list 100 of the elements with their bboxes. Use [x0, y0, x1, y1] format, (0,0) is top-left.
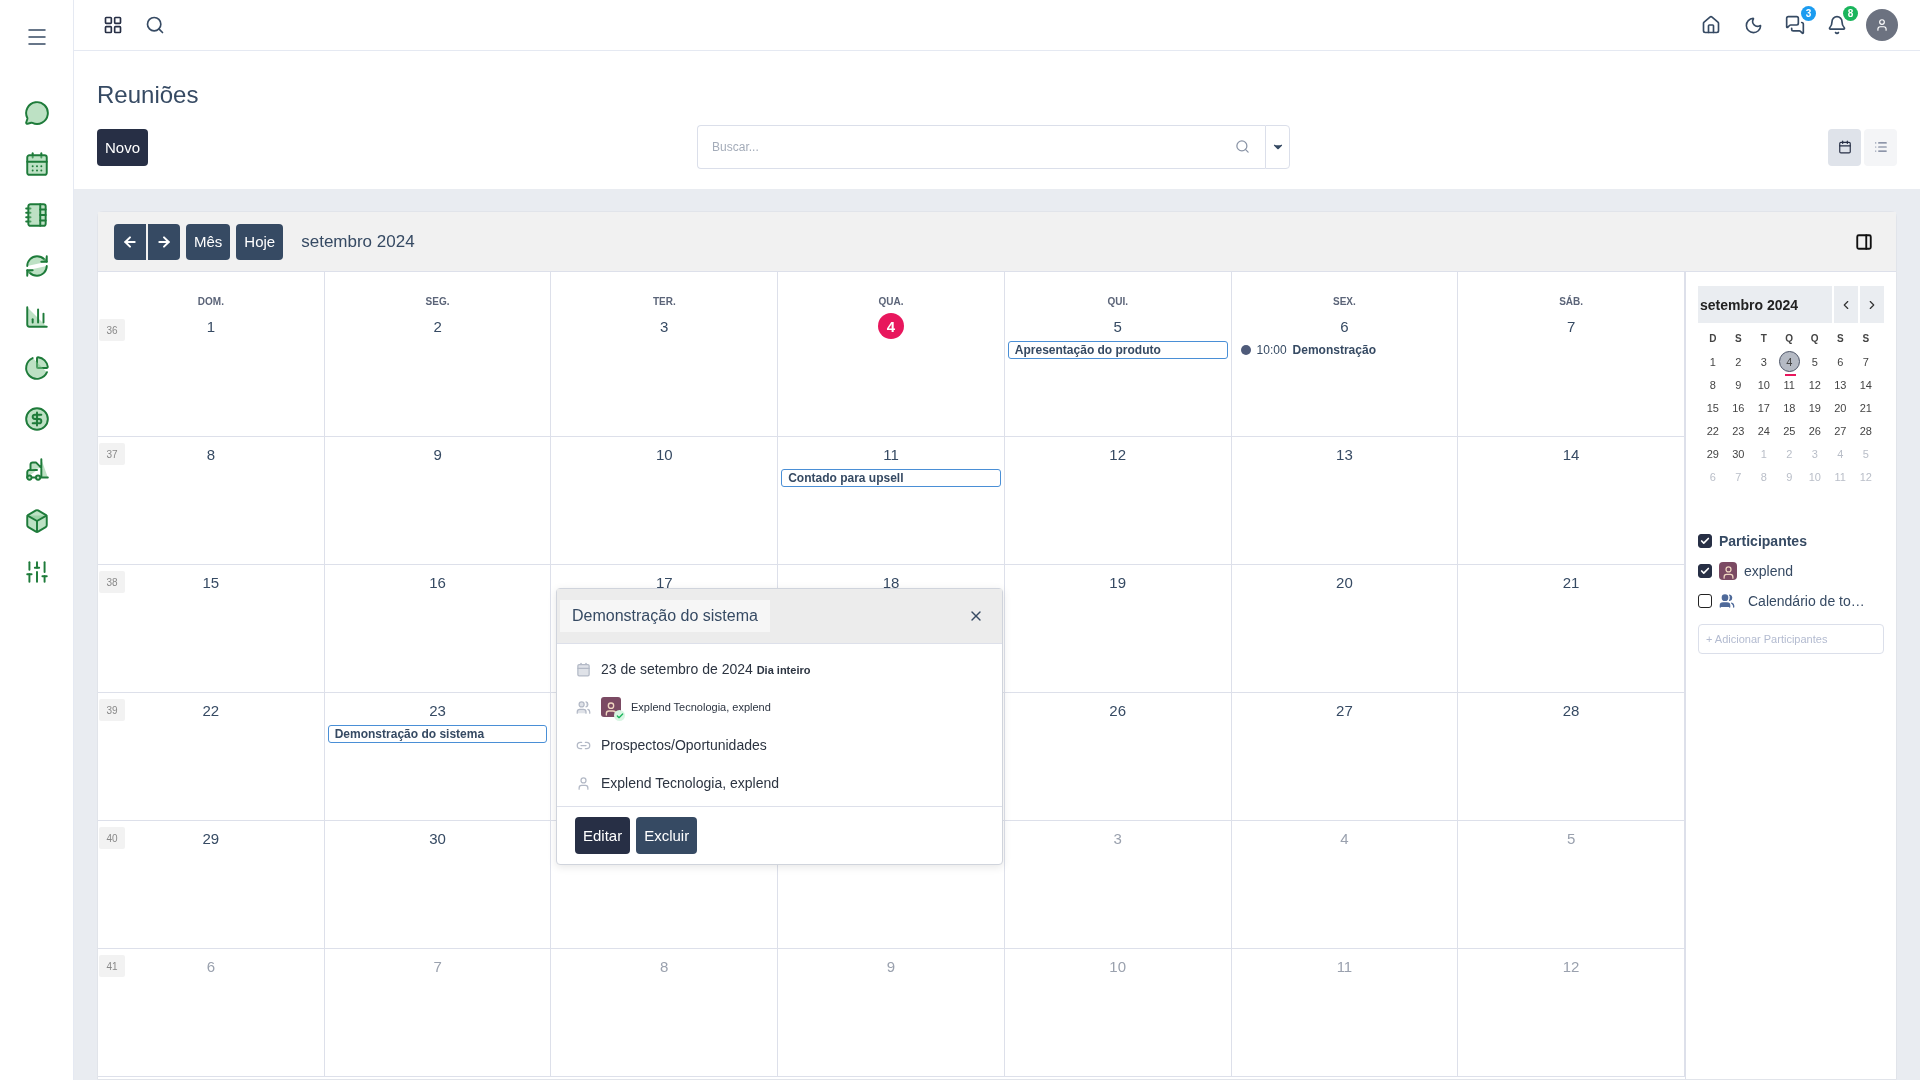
mini-calendar-day[interactable]: 5: [1804, 351, 1826, 372]
day-number: 11: [1335, 956, 1354, 977]
day-number: 12: [1108, 444, 1128, 465]
day-number: 11: [882, 444, 900, 465]
mini-calendar-day[interactable]: 16: [1727, 397, 1749, 418]
mini-calendar-day[interactable]: 21: [1855, 397, 1877, 418]
calendar-view-button[interactable]: [1828, 128, 1861, 166]
count-badge: 3: [1801, 6, 1816, 21]
week-number: 39: [99, 699, 125, 721]
day-number: 29: [201, 828, 221, 849]
day-number: 9: [885, 956, 897, 977]
user-avatar[interactable]: [1866, 9, 1898, 41]
calendar-title: setembro 2024: [301, 231, 415, 252]
day-number: 7: [1565, 316, 1577, 337]
mini-calendar-day[interactable]: 14: [1855, 374, 1877, 395]
weekday-label: TER.: [652, 296, 676, 307]
mini-calendar-day[interactable]: 26: [1804, 420, 1826, 441]
count-badge: 8: [1843, 6, 1858, 21]
mini-calendar-day[interactable]: 20: [1829, 397, 1851, 418]
mini-calendar-day[interactable]: 2: [1727, 351, 1749, 372]
day-number: 18: [881, 572, 901, 593]
mini-calendar-day[interactable]: 24: [1753, 420, 1775, 441]
search-field[interactable]: Buscar...: [697, 125, 1266, 169]
day-number: 27: [1335, 700, 1354, 721]
day-number: 20: [1335, 572, 1354, 593]
popup-text: Prospectos/Oportunidades: [601, 737, 767, 753]
day-number: 28: [1561, 700, 1581, 721]
event-item[interactable]: 10:00 Demonstração: [1234, 341, 1455, 359]
delete-button[interactable]: Excluir: [636, 817, 698, 854]
day-number: 30: [428, 828, 447, 849]
popup-title: Demonstração do sistema: [560, 600, 770, 632]
mini-calendar-day[interactable]: 7: [1855, 351, 1877, 372]
mini-calendar-day[interactable]: 28: [1855, 420, 1877, 441]
event-chip[interactable]: Demonstração do sistema: [327, 725, 548, 743]
weekday-label: DOM.: [197, 296, 224, 307]
mini-calendar-day[interactable]: 30: [1727, 443, 1749, 464]
week-number: 36: [99, 319, 125, 341]
checkbox[interactable]: [1698, 534, 1712, 548]
mini-calendar-day[interactable]: 1: [1702, 351, 1724, 372]
mini-calendar-day[interactable]: 6: [1829, 351, 1851, 372]
week-number: 41: [99, 955, 125, 977]
mini-calendar-day[interactable]: 25: [1778, 420, 1800, 441]
checkbox[interactable]: [1698, 594, 1712, 608]
week-number: 40: [99, 827, 125, 849]
mini-calendar-day[interactable]: 22: [1702, 420, 1724, 441]
day-number: 4: [1339, 828, 1350, 849]
day-number: 9: [432, 444, 443, 465]
calendar-nav-button[interactable]: Mês: [186, 223, 231, 260]
people-icon: [575, 699, 591, 715]
weekday-label: SEG.: [425, 296, 450, 307]
mini-calendar-day[interactable]: 8: [1702, 374, 1724, 395]
checkbox[interactable]: [1698, 564, 1712, 578]
day-number: 15: [201, 572, 221, 593]
mini-calendar-day[interactable]: 15: [1702, 397, 1724, 418]
day-number: 5: [1565, 828, 1577, 849]
week-number: 37: [99, 443, 125, 465]
people-icon: [1719, 593, 1737, 609]
edit-button[interactable]: Editar: [575, 817, 631, 854]
participants-label: Participantes: [1719, 533, 1807, 549]
mini-calendar-day[interactable]: 12: [1804, 374, 1826, 395]
search-icon: [1235, 139, 1251, 154]
previous-button[interactable]: [114, 223, 146, 260]
day-number: 7: [432, 956, 443, 977]
day-number: 8: [659, 956, 670, 977]
mini-calendar-day[interactable]: 11: [1778, 374, 1800, 395]
day-number: 3: [1112, 828, 1123, 849]
mini-calendar-day[interactable]: 23: [1727, 420, 1749, 441]
weekday-label: T: [1760, 333, 1767, 344]
arrow-right-icon: [156, 233, 172, 250]
popup-text: 23 de setembro de 2024 Dia inteiro: [601, 661, 811, 677]
event-chip[interactable]: Contado para upsell: [781, 469, 1001, 487]
new-button[interactable]: Novo: [97, 128, 149, 166]
mini-calendar-day[interactable]: 17: [1753, 397, 1775, 418]
day-number: 16: [428, 572, 447, 593]
participant-label: explend: [1744, 563, 1794, 579]
page-title: Reuniões: [97, 81, 200, 109]
next-button[interactable]: [148, 223, 180, 260]
calendar-nav-button[interactable]: Hoje: [236, 223, 284, 260]
arrow-left-icon: [122, 233, 138, 250]
day-number: 6: [205, 956, 216, 977]
event-chip[interactable]: Apresentação do produto: [1007, 341, 1228, 359]
mini-calendar-day[interactable]: 3: [1753, 351, 1775, 372]
weekday-label: QUA.: [878, 296, 904, 307]
calendar-icon: [1837, 140, 1852, 154]
mini-calendar-day[interactable]: 19: [1804, 397, 1826, 418]
participant-label: Calendário de to…: [1748, 593, 1865, 609]
day-number: 6: [1339, 316, 1350, 337]
day-number: 10: [1108, 956, 1128, 977]
weekday-label: S: [1734, 333, 1742, 344]
mini-calendar-day[interactable]: 10: [1753, 374, 1775, 395]
mini-calendar-day[interactable]: 18: [1778, 397, 1800, 418]
mini-calendar-day[interactable]: 27: [1829, 420, 1851, 441]
weekday-label: S: [1836, 333, 1844, 344]
mini-calendar-day[interactable]: 13: [1829, 374, 1851, 395]
day-number: 10: [654, 444, 674, 465]
day-number: 13: [1335, 444, 1354, 465]
weekday-label: QUI.: [1107, 296, 1128, 307]
weekday-label: S: [1862, 333, 1870, 344]
mini-calendar-day[interactable]: 29: [1702, 443, 1724, 464]
mini-calendar-day[interactable]: 9: [1727, 374, 1749, 395]
